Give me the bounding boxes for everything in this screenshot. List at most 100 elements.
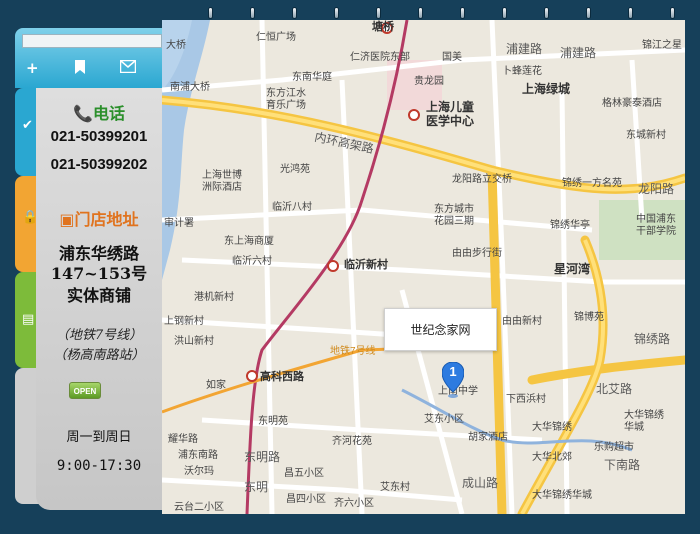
store-heading: ▣门店地址 <box>36 206 162 230</box>
map-label: 由由新村 <box>502 316 542 327</box>
store-icon: ▣ <box>59 210 75 229</box>
contact-panel: 📞电话 021-50399201 021-50399202 ▣门店地址 浦东华绣… <box>36 88 162 510</box>
bookmark-icon[interactable] <box>74 60 86 77</box>
binder-ring <box>376 7 381 19</box>
map-label: 乐购超市 <box>594 442 634 453</box>
metro-line-1: （地铁7号线） <box>55 328 143 343</box>
map-label: 大华北郊 <box>532 452 572 463</box>
address-line-2: 147~153号 <box>50 264 148 283</box>
phone-number-2[interactable]: 021-50399202 <box>36 156 162 173</box>
map-label: 艾东小区 <box>424 414 464 425</box>
map-label: 审计署 <box>164 218 194 229</box>
map-label: 锦博苑 <box>574 312 604 323</box>
phone-heading-label: 电话 <box>92 104 125 123</box>
map-label: 沃尔玛 <box>184 466 214 477</box>
metro-line-2: （杨高南路站） <box>53 348 145 363</box>
map-label: 昌五小区 <box>284 468 324 479</box>
map-label: 齐六小区 <box>334 498 374 509</box>
map-label: 云台二小区 <box>174 502 224 513</box>
map-label: 上钢新村 <box>164 316 204 327</box>
binder-ring <box>670 7 675 19</box>
marker-number: 1 <box>449 364 457 379</box>
map-label: 中国浦东 <box>636 214 676 225</box>
map-label: 星河湾 <box>554 262 591 276</box>
phone-icon: 📞 <box>73 104 93 123</box>
station-label: 临沂新村 <box>344 259 388 271</box>
binder-ring <box>292 7 297 19</box>
map-label: 艾东村 <box>380 482 410 493</box>
opening-time: 9:00-17:30 <box>56 458 142 474</box>
binder-ring <box>544 7 549 19</box>
map-label: 洪山新村 <box>174 336 214 347</box>
map-label: 由由步行街 <box>452 248 502 259</box>
map-label: 锦江之星 <box>642 40 682 51</box>
map-label: 锦绣一方名苑 <box>562 178 622 189</box>
location-marker-pin[interactable]: 1 <box>442 362 464 398</box>
search-input[interactable] <box>22 34 162 48</box>
map-label: 国美 <box>442 52 462 63</box>
binder-rings <box>0 0 700 20</box>
binder-ring <box>460 7 465 19</box>
station-label: 塘桥 <box>372 21 394 33</box>
store-heading-label: 门店地址 <box>74 210 139 229</box>
map-label: 港机新村 <box>194 292 234 303</box>
map-label: 花园三期 <box>434 216 474 227</box>
road-label: 浦建路 <box>560 46 597 60</box>
opening-days: 周一到周日 <box>66 430 132 445</box>
infobox-title: 世纪念家网 <box>410 323 471 337</box>
map-label: 大华锦绣 <box>624 410 664 421</box>
map-label: 临沂八村 <box>272 202 312 213</box>
binder-ring <box>208 7 213 19</box>
address-line-3: 实体商铺 <box>66 286 131 305</box>
map-label: 昌四小区 <box>286 494 326 505</box>
map-label: 南浦大桥 <box>170 82 210 93</box>
map-label: 下西浜村 <box>506 394 546 405</box>
road-label: 北艾路 <box>596 382 633 396</box>
road-label: 东明路 <box>244 450 281 464</box>
map-label: 光鸿苑 <box>280 164 310 175</box>
map-label: 临沂六村 <box>232 256 272 267</box>
road-label: 锦绣路 <box>634 332 671 346</box>
road-label: 东明 <box>244 480 269 494</box>
road-label: 地铁7号线 <box>330 346 376 357</box>
map-label: 育乐广场 <box>266 100 306 111</box>
map-label: 龙阳路立交桥 <box>452 174 512 185</box>
map-label: 齐河花苑 <box>332 436 372 447</box>
check-icon: ✔ <box>22 118 33 133</box>
location-infobox[interactable]: 世纪念家网 <box>384 308 497 351</box>
road-label: 浦建路 <box>506 42 543 56</box>
binder-ring <box>250 7 255 19</box>
map-label: 大桥 <box>166 40 186 51</box>
map-label: 上海绿城 <box>522 82 571 96</box>
street-map[interactable]: 大桥 仁恒广场 仁济医院东部 塘桥 浦建路 浦建路 锦江之星 东南华庭 国美 卜… <box>162 20 685 514</box>
map-label: 东城新村 <box>626 130 666 141</box>
bookmark-shape <box>75 60 85 74</box>
map-label: 东方江水 <box>266 88 306 99</box>
map-label: 大华锦绣 <box>532 422 572 433</box>
add-icon[interactable]: + <box>26 60 39 76</box>
binder-ring <box>502 7 507 19</box>
map-label: 格林豪泰酒店 <box>602 98 662 109</box>
road-label: 成山路 <box>462 476 499 490</box>
open-badge: OPEN <box>69 382 101 399</box>
map-label: 锦绣华亭 <box>550 220 590 231</box>
binder-ring <box>334 7 339 19</box>
map-label: 卜蜂莲花 <box>502 66 542 77</box>
map-label: 东南华庭 <box>292 72 332 83</box>
road-label: 下南路 <box>604 458 641 472</box>
map-label: 仁济医院东部 <box>350 52 410 63</box>
map-label: 贵龙园 <box>414 76 444 87</box>
phone-heading: 📞电话 <box>36 100 162 124</box>
mail-shape <box>119 59 137 74</box>
binder-ring <box>418 7 423 19</box>
station-label: 高科西路 <box>260 371 304 383</box>
address-line-1: 浦东华绣路 <box>58 244 139 263</box>
phone-number-1[interactable]: 021-50399201 <box>36 128 162 145</box>
map-label: 浦东南路 <box>178 450 218 461</box>
map-label: 大华锦绣华城 <box>532 490 592 501</box>
mail-icon[interactable] <box>119 59 137 76</box>
map-label: 东明苑 <box>258 416 288 427</box>
calendar-icon: ▤ <box>22 312 35 327</box>
map-label: 耀华路 <box>168 434 198 445</box>
map-label: 洲际酒店 <box>202 182 242 193</box>
